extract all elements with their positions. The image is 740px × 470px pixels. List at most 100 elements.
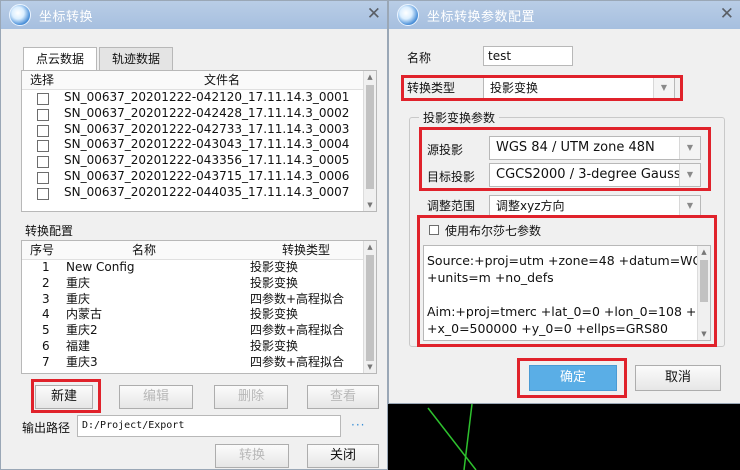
scroll-thumb[interactable] xyxy=(366,255,374,361)
transform-type-select[interactable]: 投影变换 ▼ xyxy=(483,77,675,99)
config-name: 重庆2 xyxy=(66,323,98,338)
trajectory-lines xyxy=(427,404,477,470)
file-checkbox[interactable] xyxy=(37,171,49,184)
config-row[interactable]: 3 重庆 四参数+高程拟合 xyxy=(22,292,376,308)
close-icon[interactable]: ✕ xyxy=(720,4,734,24)
config-name: 重庆3 xyxy=(66,354,98,369)
chevron-down-icon[interactable]: ▼ xyxy=(653,78,674,98)
file-name: SN_00637_20201222-043715_17.11.14.3_0006 xyxy=(64,168,350,183)
param-line: Aim:+proj=tmerc +lat_0=0 +lon_0=108 +k=1 xyxy=(427,304,711,319)
config-row[interactable]: 4 内蒙古 投影变换 xyxy=(22,307,376,323)
source-projection-select[interactable]: WGS 84 / UTM zone 48N ▼ xyxy=(489,136,701,160)
tab-trajectory[interactable]: 轨迹数据 xyxy=(99,47,174,70)
params-scrollbar[interactable]: ▲ ▼ xyxy=(697,246,710,340)
config-row[interactable]: 7 重庆3 四参数+高程拟合 xyxy=(22,355,376,371)
file-checkbox[interactable] xyxy=(37,140,49,153)
convert-button[interactable]: 转换 xyxy=(215,444,289,468)
close-icon[interactable]: ✕ xyxy=(367,4,381,24)
file-checkbox[interactable] xyxy=(37,124,49,137)
title-bar: 坐标转换 ✕ xyxy=(1,1,387,29)
title-bar: 坐标转换参数配置 ✕ xyxy=(389,1,740,29)
file-rows: SN_00637_20201222-042120_17.11.14.3_0001… xyxy=(22,90,376,201)
output-path-input[interactable]: D:/Project/Export xyxy=(77,415,341,437)
config-name: 福建 xyxy=(66,338,91,353)
file-checkbox[interactable] xyxy=(37,108,49,121)
scroll-down-icon[interactable]: ▼ xyxy=(364,199,376,211)
config-section-label: 转换配置 xyxy=(25,224,74,238)
scroll-down-icon[interactable]: ▼ xyxy=(364,361,376,373)
bursa-checkbox[interactable] xyxy=(429,225,439,235)
file-name: SN_00637_20201222-042428_17.11.14.3_0002 xyxy=(64,105,350,120)
file-row[interactable]: SN_00637_20201222-043715_17.11.14.3_0006 xyxy=(22,169,376,185)
name-label: 名称 xyxy=(407,51,432,65)
file-row[interactable]: SN_00637_20201222-042733_17.11.14.3_0003 xyxy=(22,122,376,138)
file-row[interactable]: SN_00637_20201222-042120_17.11.14.3_0001 xyxy=(22,90,376,106)
config-name: 内蒙古 xyxy=(66,307,103,322)
file-checkbox[interactable] xyxy=(37,93,49,105)
config-name: New Config xyxy=(66,260,135,274)
view-button[interactable]: 查看 xyxy=(307,385,379,409)
cancel-button[interactable]: 取消 xyxy=(635,365,721,391)
file-name: SN_00637_20201222-044035_17.11.14.3_0007 xyxy=(64,184,350,199)
scroll-up-icon[interactable]: ▲ xyxy=(364,241,376,253)
target-projection-label: 目标投影 xyxy=(427,170,476,184)
config-rows: 1 New Config 投影变换 2 重庆 投影变换 3 重庆 四参数+高程拟合 4 内蒙古 投影变… xyxy=(22,260,376,371)
new-button[interactable]: 新建 xyxy=(35,385,93,409)
column-header-filename: 文件名 xyxy=(204,73,241,87)
scroll-up-icon[interactable]: ▲ xyxy=(698,246,710,258)
config-row[interactable]: 2 重庆 投影变换 xyxy=(22,276,376,292)
config-row[interactable]: 6 福建 投影变换 xyxy=(22,339,376,355)
chevron-down-icon[interactable]: ▼ xyxy=(679,137,700,159)
file-list-scrollbar[interactable]: ▲ ▼ xyxy=(363,71,376,211)
file-row[interactable]: SN_00637_20201222-042428_17.11.14.3_0002 xyxy=(22,106,376,122)
ok-button[interactable]: 确定 xyxy=(529,365,617,391)
config-index: 2 xyxy=(42,275,50,290)
map-viewport[interactable] xyxy=(388,404,740,470)
config-type: 四参数+高程拟合 xyxy=(250,354,345,369)
target-projection-value: CGCS2000 / 3-degree Gauss-Kr xyxy=(496,167,700,182)
file-checkbox[interactable] xyxy=(37,187,49,200)
file-checkbox[interactable] xyxy=(37,156,49,169)
source-projection-value: WGS 84 / UTM zone 48N xyxy=(496,140,655,155)
window-title: 坐标转换参数配置 xyxy=(427,9,536,25)
bursa-label: 使用布尔莎七参数 xyxy=(445,224,542,238)
config-type: 投影变换 xyxy=(250,260,299,274)
file-name: SN_00637_20201222-043356_17.11.14.3_0005 xyxy=(64,153,350,168)
chevron-down-icon[interactable]: ▼ xyxy=(679,164,700,186)
file-row[interactable]: SN_00637_20201222-043356_17.11.14.3_0005 xyxy=(22,153,376,169)
projection-params-text[interactable]: Source:+proj=utm +zone=48 +datum=WGS84 +u… xyxy=(423,245,711,341)
config-index: 3 xyxy=(42,291,50,306)
scroll-up-icon[interactable]: ▲ xyxy=(364,71,376,83)
config-index: 4 xyxy=(42,307,50,322)
param-line: Source:+proj=utm +zone=48 +datum=WGS84 xyxy=(427,253,711,268)
file-row[interactable]: SN_00637_20201222-043043_17.11.14.3_0004 xyxy=(22,137,376,153)
target-projection-select[interactable]: CGCS2000 / 3-degree Gauss-Kr ▼ xyxy=(489,163,701,187)
config-type: 投影变换 xyxy=(250,307,299,322)
chevron-down-icon[interactable]: ▼ xyxy=(679,196,700,216)
scroll-thumb[interactable] xyxy=(700,260,708,302)
scroll-down-icon[interactable]: ▼ xyxy=(698,328,710,340)
config-list-scrollbar[interactable]: ▲ ▼ xyxy=(363,241,376,373)
config-row[interactable]: 5 重庆2 四参数+高程拟合 xyxy=(22,323,376,339)
config-index: 7 xyxy=(42,354,50,369)
name-input[interactable]: test xyxy=(483,46,573,66)
adjust-range-select[interactable]: 调整xyz方向 ▼ xyxy=(489,195,701,217)
trajectory-line xyxy=(427,407,477,470)
column-header-index: 序号 xyxy=(30,243,55,257)
close-button[interactable]: 关闭 xyxy=(307,444,379,468)
config-type: 四参数+高程拟合 xyxy=(250,323,345,338)
tab-point-cloud[interactable]: 点云数据 xyxy=(23,47,98,71)
column-header-type: 转换类型 xyxy=(282,243,331,257)
transform-config-window: 坐标转换参数配置 ✕ 名称 test 转换类型 投影变换 ▼ 投影变换参数 源投… xyxy=(388,0,740,404)
config-row[interactable]: 1 New Config 投影变换 xyxy=(22,260,376,276)
transform-type-value: 投影变换 xyxy=(490,81,539,95)
browse-button[interactable]: ··· xyxy=(351,418,365,432)
delete-button[interactable]: 删除 xyxy=(214,385,288,409)
file-row[interactable]: SN_00637_20201222-044035_17.11.14.3_0007 xyxy=(22,185,376,201)
edit-button[interactable]: 编辑 xyxy=(119,385,193,409)
transform-type-label: 转换类型 xyxy=(407,81,456,95)
output-path-label: 输出路径 xyxy=(22,421,71,435)
param-line xyxy=(427,286,710,303)
config-type: 投影变换 xyxy=(250,338,299,353)
scroll-thumb[interactable] xyxy=(366,85,374,189)
